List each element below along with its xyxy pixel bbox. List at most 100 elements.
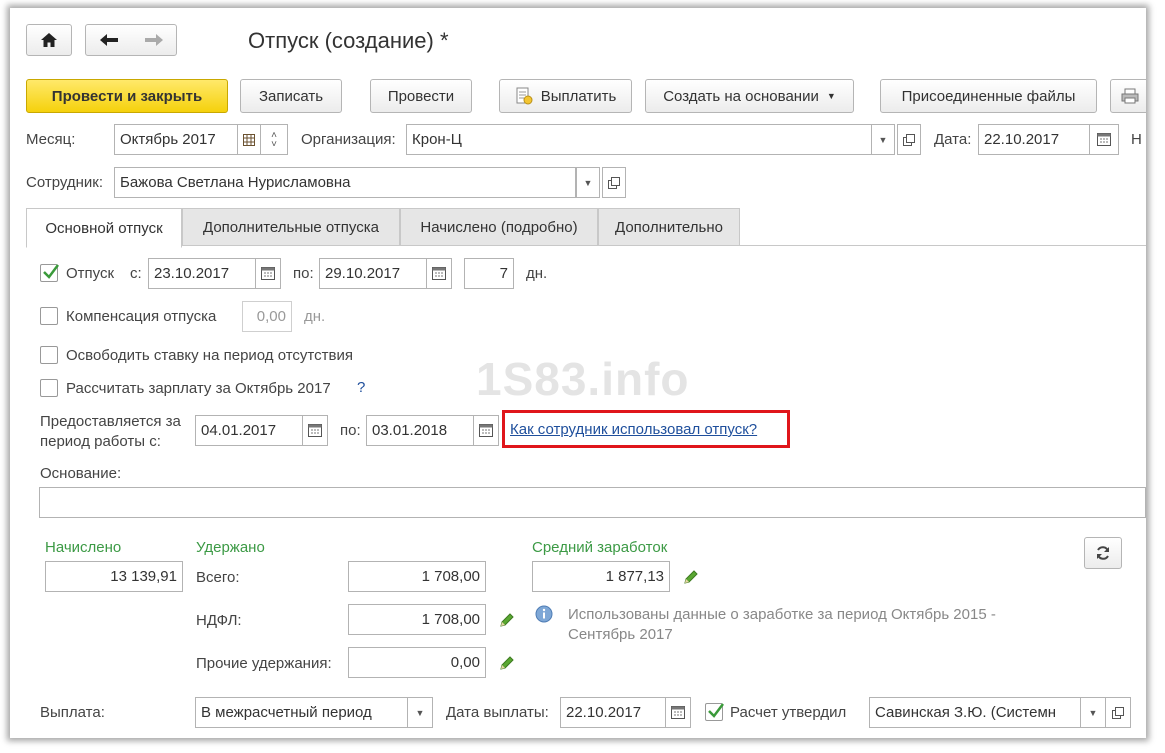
calendar-grid-icon bbox=[243, 133, 255, 146]
dropdown-arrow-icon: ▼ bbox=[415, 707, 425, 718]
document-pay-icon bbox=[516, 87, 533, 105]
calendar-icon bbox=[308, 424, 322, 437]
vacation-to-calendar-button[interactable] bbox=[426, 258, 452, 289]
help-link[interactable]: ? bbox=[357, 379, 365, 396]
dropdown-arrow-icon: ▼ bbox=[1088, 707, 1098, 718]
basis-field[interactable] bbox=[39, 487, 1146, 518]
dropdown-arrow-icon: ▼ bbox=[878, 134, 888, 145]
open-form-icon bbox=[608, 176, 620, 189]
month-field[interactable]: Октябрь 2017 bbox=[114, 124, 238, 155]
vacation-from-calendar-button[interactable] bbox=[255, 258, 281, 289]
printer-icon bbox=[1121, 88, 1139, 104]
calc-salary-checkbox[interactable] bbox=[40, 379, 58, 397]
withheld-total-label: Всего: bbox=[196, 569, 240, 586]
payment-date-label: Дата выплаты: bbox=[446, 704, 549, 721]
dropdown-arrow-icon: ▼ bbox=[826, 91, 836, 101]
compensation-days-field[interactable]: 0,00 bbox=[242, 301, 292, 332]
month-calendar-button[interactable] bbox=[237, 124, 261, 155]
other-deductions-label: Прочие удержания: bbox=[196, 655, 332, 672]
vacation-days-field[interactable]: 7 bbox=[464, 258, 514, 289]
organization-open-button[interactable] bbox=[897, 124, 921, 155]
employee-dropdown-button[interactable]: ▼ bbox=[576, 167, 600, 198]
window-title: Отпуск (создание) * bbox=[248, 28, 449, 53]
withheld-header: Удержано bbox=[196, 539, 265, 556]
calendar-icon bbox=[671, 706, 685, 719]
tab-additional-vacations[interactable]: Дополнительные отпуска bbox=[182, 208, 400, 246]
calendar-icon bbox=[432, 267, 446, 280]
checkmark-icon bbox=[708, 703, 724, 718]
tab-main-vacation[interactable]: Основной отпуск bbox=[26, 208, 182, 248]
vacation-checkbox[interactable] bbox=[40, 264, 59, 282]
pay-button[interactable]: Выплатить bbox=[499, 79, 632, 113]
payment-field[interactable]: В межрасчетный период bbox=[195, 697, 408, 728]
post-button[interactable]: Провести bbox=[370, 79, 472, 113]
vacation-from-field[interactable]: 23.10.2017 bbox=[148, 258, 256, 289]
number-label-cut: Н bbox=[1131, 131, 1142, 148]
period-label-line2: период работы с: bbox=[40, 433, 161, 450]
post-and-close-button[interactable]: Провести и закрыть bbox=[26, 79, 228, 113]
attached-files-button[interactable]: Присоединенные файлы bbox=[880, 79, 1097, 113]
release-rate-label: Освободить ставку на период отсутствия bbox=[66, 347, 353, 364]
save-button[interactable]: Записать bbox=[240, 79, 342, 113]
pencil-edit-icon[interactable] bbox=[682, 568, 700, 586]
vacation-to-field[interactable]: 29.10.2017 bbox=[319, 258, 427, 289]
approver-dropdown-button[interactable]: ▼ bbox=[1080, 697, 1106, 728]
refresh-icon bbox=[1097, 546, 1109, 560]
payment-date-calendar-button[interactable] bbox=[665, 697, 691, 728]
average-earnings-field[interactable]: 1 877,13 bbox=[532, 561, 670, 592]
calendar-icon bbox=[261, 267, 275, 280]
period-from-field[interactable]: 04.01.2017 bbox=[195, 415, 303, 446]
home-button[interactable] bbox=[26, 24, 72, 56]
vacation-usage-link[interactable]: Как сотрудник использовал отпуск? bbox=[510, 421, 757, 438]
compensation-checkbox[interactable] bbox=[40, 307, 58, 325]
calendar-icon bbox=[1097, 133, 1111, 146]
period-from-calendar-button[interactable] bbox=[302, 415, 328, 446]
stepper-down-icon[interactable]: ˅ bbox=[271, 139, 277, 149]
tab-additional[interactable]: Дополнительно bbox=[598, 208, 740, 246]
date-calendar-button[interactable] bbox=[1089, 124, 1119, 155]
basis-label: Основание: bbox=[40, 465, 122, 482]
arrow-right-icon[interactable] bbox=[144, 33, 164, 47]
calc-salary-label: Рассчитать зарплату за Октябрь 2017 bbox=[66, 380, 331, 397]
print-button[interactable] bbox=[1110, 79, 1146, 113]
tab-accrued-details[interactable]: Начислено (подробно) bbox=[400, 208, 598, 246]
create-based-on-button[interactable]: Создать на основании ▼ bbox=[645, 79, 854, 113]
vacation-label: Отпуск bbox=[66, 265, 115, 282]
payment-label: Выплата: bbox=[40, 704, 105, 721]
accrued-field[interactable]: 13 139,91 bbox=[45, 561, 183, 592]
period-to-calendar-button[interactable] bbox=[473, 415, 499, 446]
history-nav bbox=[85, 24, 177, 56]
average-earnings-header: Средний заработок bbox=[532, 539, 668, 556]
vacation-to-label: по: bbox=[293, 265, 314, 282]
organization-dropdown-button[interactable]: ▼ bbox=[871, 124, 895, 155]
create-based-on-label: Создать на основании bbox=[663, 87, 819, 105]
date-field[interactable]: 22.10.2017 bbox=[978, 124, 1090, 155]
pay-button-label: Выплатить bbox=[540, 87, 617, 105]
period-to-field[interactable]: 03.01.2018 bbox=[366, 415, 474, 446]
release-rate-checkbox[interactable] bbox=[40, 346, 58, 364]
month-stepper[interactable]: ˄ ˅ bbox=[260, 124, 288, 155]
approved-checkbox[interactable] bbox=[705, 703, 724, 721]
employee-label: Сотрудник: bbox=[26, 174, 104, 191]
pencil-edit-icon[interactable] bbox=[498, 654, 516, 672]
withheld-total-field[interactable]: 1 708,00 bbox=[348, 561, 486, 592]
ndfl-label: НДФЛ: bbox=[196, 612, 242, 629]
vacation-from-label: с: bbox=[130, 265, 142, 282]
pencil-edit-icon[interactable] bbox=[498, 611, 516, 629]
other-deductions-field[interactable]: 0,00 bbox=[348, 647, 486, 678]
dropdown-arrow-icon: ▼ bbox=[583, 177, 593, 188]
arrow-left-icon[interactable] bbox=[99, 33, 119, 47]
payment-date-field[interactable]: 22.10.2017 bbox=[560, 697, 666, 728]
open-form-icon bbox=[1112, 706, 1124, 719]
refresh-button[interactable] bbox=[1084, 537, 1122, 569]
approver-open-button[interactable] bbox=[1105, 697, 1131, 728]
payment-dropdown-button[interactable]: ▼ bbox=[407, 697, 433, 728]
organization-field[interactable]: Крон-Ц bbox=[406, 124, 872, 155]
info-icon bbox=[535, 605, 553, 623]
employee-field[interactable]: Бажова Светлана Нурисламовна bbox=[114, 167, 576, 198]
ndfl-field[interactable]: 1 708,00 bbox=[348, 604, 486, 635]
calendar-icon bbox=[479, 424, 493, 437]
employee-open-button[interactable] bbox=[602, 167, 626, 198]
period-label-line1: Предоставляется за bbox=[40, 413, 181, 430]
approver-field[interactable]: Савинская З.Ю. (Системн bbox=[869, 697, 1081, 728]
